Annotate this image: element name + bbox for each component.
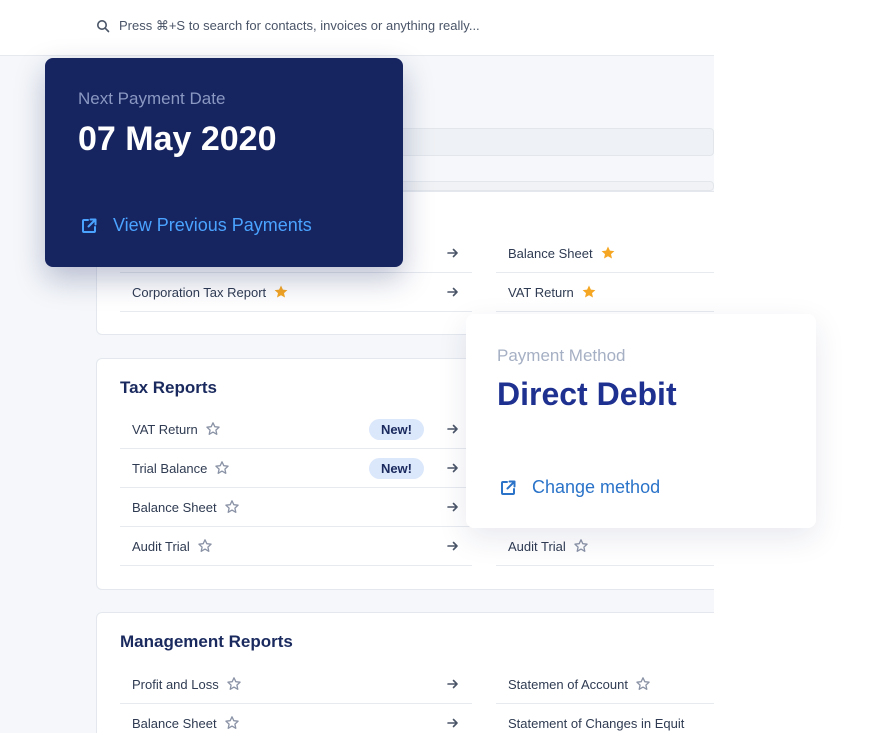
next-payment-date: 07 May 2020 — [78, 120, 277, 158]
report-row[interactable]: Audit Trial — [496, 527, 714, 566]
top-bar: Press ⌘+S to search for contacts, invoic… — [0, 0, 714, 56]
next-payment-label: Next Payment Date — [78, 89, 226, 108]
arrow-right-icon — [446, 246, 460, 260]
report-row[interactable]: Profit and Loss — [120, 665, 472, 704]
report-row[interactable]: Balance Sheet — [496, 234, 714, 273]
section-title: Tax Reports — [120, 378, 217, 397]
report-label: Balance Sheet — [508, 245, 593, 261]
arrow-right-icon — [446, 500, 460, 514]
star-outline-icon[interactable] — [226, 676, 242, 692]
report-row[interactable]: Audit Trial — [120, 527, 472, 566]
change-method-link[interactable]: Change method — [499, 477, 660, 498]
star-filled-icon[interactable] — [600, 245, 616, 261]
report-row[interactable]: VAT Return — [496, 273, 714, 312]
report-row[interactable]: Balance Sheet — [120, 488, 472, 527]
external-link-icon — [80, 217, 98, 235]
report-label: Balance Sheet — [132, 715, 217, 731]
arrow-right-icon — [446, 677, 460, 691]
change-method-label[interactable]: Change method — [532, 477, 660, 498]
star-outline-icon[interactable] — [214, 460, 230, 476]
arrow-right-icon — [446, 422, 460, 436]
payment-method-card: Payment Method Direct Debit Change metho… — [466, 314, 816, 528]
new-badge: New! — [368, 458, 424, 479]
new-badge: New! — [368, 419, 424, 440]
report-row[interactable]: Balance Sheet — [120, 704, 472, 733]
star-outline-icon[interactable] — [224, 499, 240, 515]
report-label: Corporation Tax Report — [132, 284, 267, 300]
search-bar[interactable]: Press ⌘+S to search for contacts, invoic… — [96, 18, 480, 34]
external-link-icon — [499, 479, 517, 497]
section-title: Management Reports — [120, 632, 293, 651]
arrow-right-icon — [446, 539, 460, 553]
search-placeholder[interactable]: Press ⌘+S to search for contacts, invoic… — [119, 18, 480, 34]
report-label: Trial Balance — [132, 460, 208, 476]
star-outline-icon[interactable] — [224, 715, 240, 731]
search-icon — [96, 19, 110, 33]
payment-method-label: Payment Method — [497, 346, 626, 365]
star-outline-icon[interactable] — [573, 538, 589, 554]
view-previous-payments-label[interactable]: View Previous Payments — [113, 215, 312, 236]
report-row[interactable]: Trial Balance New! — [120, 449, 472, 488]
arrow-right-icon — [446, 461, 460, 475]
report-row[interactable]: Statemen of Account — [496, 665, 714, 704]
report-label: VAT Return — [508, 284, 574, 300]
report-row[interactable]: VAT Return New! — [120, 410, 472, 449]
report-label: Profit and Loss — [132, 676, 219, 692]
report-label: Balance Sheet — [132, 499, 217, 515]
star-outline-icon[interactable] — [197, 538, 213, 554]
star-outline-icon[interactable] — [205, 421, 221, 437]
star-filled-icon[interactable] — [273, 284, 289, 300]
star-outline-icon[interactable] — [635, 676, 651, 692]
report-row[interactable]: Corporation Tax Report — [120, 273, 472, 312]
report-label: VAT Return — [132, 421, 198, 437]
star-filled-icon[interactable] — [581, 284, 597, 300]
report-row[interactable]: Statement of Changes in Equit — [496, 704, 714, 733]
arrow-right-icon — [446, 285, 460, 299]
view-previous-payments-link[interactable]: View Previous Payments — [80, 215, 312, 236]
payment-method-value: Direct Debit — [497, 376, 677, 412]
report-label: Statemen of Account — [508, 676, 628, 692]
next-payment-card: Next Payment Date 07 May 2020 View Previ… — [45, 58, 403, 267]
report-label: Statement of Changes in Equit — [508, 715, 685, 731]
arrow-right-icon — [446, 716, 460, 730]
report-label: Audit Trial — [508, 538, 566, 554]
report-label: Audit Trial — [132, 538, 190, 554]
